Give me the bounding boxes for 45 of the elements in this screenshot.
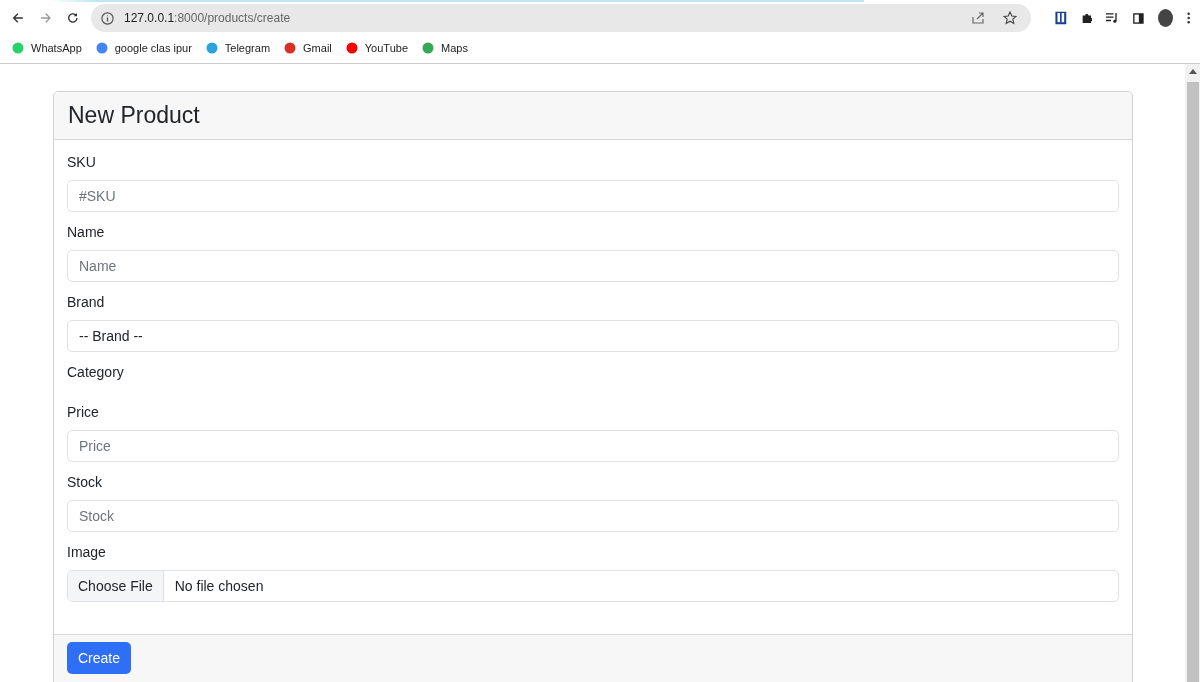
bookmark-icon [95, 42, 108, 54]
bookmark[interactable]: Telegram [205, 42, 271, 54]
star-icon[interactable] [1003, 11, 1017, 25]
bookmark[interactable]: YouTube [345, 42, 409, 54]
info-icon [101, 11, 114, 25]
scrollbar-thumb[interactable] [1186, 82, 1199, 682]
choose-file-button[interactable]: Choose File [68, 571, 164, 601]
bookmark[interactable]: google clas ipur [95, 42, 192, 54]
card-title: New Product [68, 102, 200, 129]
file-status-text: No file chosen [173, 578, 264, 594]
create-button[interactable]: Create [67, 642, 132, 674]
scroll-up-arrow-icon[interactable] [1188, 69, 1197, 74]
share-icon[interactable] [971, 11, 985, 25]
bookmark[interactable]: Gmail [284, 42, 332, 54]
field-label: Stock [67, 474, 103, 490]
file-field[interactable]: Choose File No file chosen [67, 570, 1119, 602]
bookmark-icon [284, 42, 297, 54]
bookmark-icon [345, 42, 358, 54]
scrollbar[interactable] [1185, 64, 1200, 682]
field-label: Name [67, 224, 106, 240]
side-panel-icon[interactable] [1132, 11, 1144, 25]
reload-icon[interactable] [67, 11, 79, 25]
bookmark-icon [205, 42, 218, 54]
input-field[interactable]: #SKU [67, 180, 1119, 212]
back-arrow-icon[interactable] [12, 11, 24, 25]
field-label: Category [67, 364, 125, 380]
field-label: SKU [67, 154, 97, 170]
playlist-icon[interactable] [1106, 12, 1119, 24]
menu-icon[interactable] [1186, 11, 1190, 25]
bookmark-icon [422, 42, 435, 54]
bookmark-icon [12, 42, 24, 54]
input-field[interactable]: Stock [67, 500, 1119, 532]
book-icon[interactable] [1055, 10, 1067, 26]
forward-arrow-icon[interactable] [39, 11, 52, 25]
input-field[interactable]: Name [67, 250, 1119, 282]
field-label: Image [67, 544, 107, 560]
url-text: 127.0.0.1:8000/products/create [124, 11, 291, 25]
bookmark[interactable]: Maps [422, 42, 468, 54]
input-field[interactable]: Price [67, 430, 1119, 462]
select-field[interactable]: -- Brand -- [67, 320, 1119, 352]
field-label: Brand [67, 294, 106, 310]
bookmark[interactable]: WhatsApp [12, 42, 82, 54]
profile-avatar[interactable] [1157, 9, 1173, 27]
field-label: Price [67, 404, 100, 420]
address-bar[interactable]: 127.0.0.1:8000/products/create [91, 4, 1031, 32]
